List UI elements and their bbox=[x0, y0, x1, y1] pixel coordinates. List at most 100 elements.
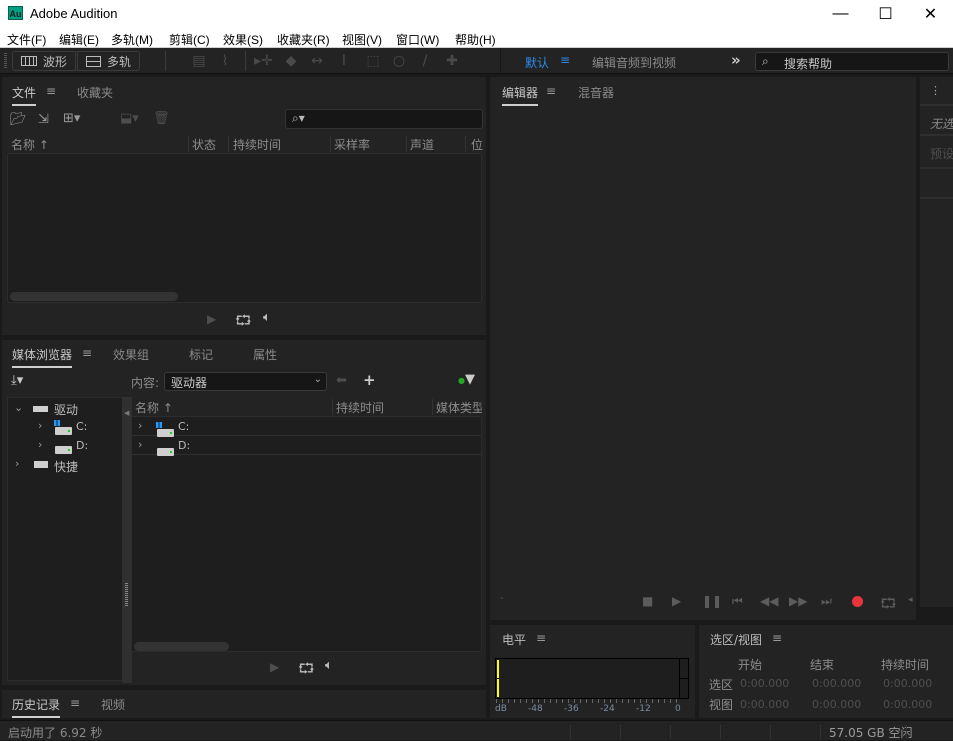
column-media-type[interactable]: 媒体类型 bbox=[436, 399, 482, 416]
editor-panel-menu-icon[interactable]: ≡ bbox=[546, 84, 556, 98]
tab-effects-rack[interactable]: 效果组 bbox=[113, 346, 149, 363]
brush-tool-icon[interactable]: / bbox=[416, 53, 434, 69]
selection-panel-menu-icon[interactable]: ≡ bbox=[772, 631, 782, 645]
tab-editor[interactable]: 编辑器 bbox=[502, 84, 539, 106]
download-icon[interactable]: ⤓▾ bbox=[11, 374, 23, 388]
column-duration[interactable]: 持续时间 bbox=[336, 399, 384, 416]
delete-icon[interactable]: 🗑︎ bbox=[153, 112, 170, 126]
menu-effects[interactable]: 效果(S) bbox=[223, 31, 263, 48]
selection-start-value[interactable]: 0:00.000 bbox=[740, 677, 789, 690]
chevron-right-icon[interactable]: › bbox=[15, 457, 19, 470]
open-folder-icon[interactable]: 📂︎ bbox=[10, 113, 27, 127]
autoplay-icon[interactable]: 🔈︎ bbox=[325, 658, 333, 673]
toolbar-grip[interactable] bbox=[4, 53, 7, 69]
menu-help[interactable]: 帮助(H) bbox=[455, 31, 496, 48]
workspace-overflow-icon[interactable]: » bbox=[731, 51, 741, 69]
tree-item-shortcuts[interactable]: 快捷 bbox=[54, 458, 78, 475]
tree-item-drives[interactable]: 驱动 bbox=[54, 401, 78, 418]
autoplay-icon[interactable]: 🔈︎ bbox=[263, 310, 271, 325]
stop-icon[interactable]: ■ bbox=[642, 594, 653, 608]
search-help-input[interactable]: ⌕ 搜索帮助 bbox=[755, 52, 949, 71]
tab-media-browser[interactable]: 媒体浏览器 bbox=[12, 346, 73, 368]
chevron-right-icon[interactable]: › bbox=[138, 419, 142, 432]
column-name[interactable]: 名称 ↑ bbox=[11, 136, 49, 153]
move-tool-icon[interactable]: ▸✛ bbox=[254, 53, 273, 69]
loop-icon[interactable]: ⮔ bbox=[235, 310, 252, 334]
spectral-frequency-icon[interactable]: ▤ bbox=[190, 53, 208, 69]
media-horizontal-scrollbar[interactable] bbox=[134, 642, 229, 651]
skip-icon[interactable]: ◂ bbox=[908, 595, 913, 605]
files-horizontal-scrollbar[interactable] bbox=[10, 292, 178, 301]
insert-into-multitrack-icon[interactable]: ⬓▾ bbox=[120, 112, 139, 126]
media-list[interactable]: › C: › D: bbox=[131, 416, 482, 652]
tab-properties[interactable]: 属性 bbox=[253, 346, 277, 363]
tab-markers[interactable]: 标记 bbox=[189, 346, 213, 363]
panel-menu-icon[interactable]: ⋮ bbox=[930, 84, 941, 97]
add-shortcut-icon[interactable]: + bbox=[363, 373, 376, 388]
history-panel-menu-icon[interactable]: ≡ bbox=[70, 696, 80, 710]
workspace-default[interactable]: 默认 bbox=[525, 54, 549, 71]
menu-view[interactable]: 视图(V) bbox=[342, 31, 382, 48]
tab-mixer[interactable]: 混音器 bbox=[578, 84, 614, 101]
workspace-menu-icon[interactable]: ≡ bbox=[560, 53, 570, 67]
menu-edit[interactable]: 编辑(E) bbox=[59, 31, 99, 48]
view-end-value[interactable]: 0:00.000 bbox=[812, 698, 861, 711]
menu-file[interactable]: 文件(F) bbox=[7, 31, 46, 48]
marquee-tool-icon[interactable]: ⬚ bbox=[364, 53, 382, 69]
waveform-button[interactable]: 波形 bbox=[12, 51, 77, 71]
selection-end-value[interactable]: 0:00.000 bbox=[812, 677, 861, 690]
go-to-start-icon[interactable]: ⏮︎ bbox=[732, 594, 743, 609]
close-button[interactable]: ✕ bbox=[908, 0, 953, 28]
files-search-input[interactable]: ⌕▾ bbox=[285, 109, 483, 129]
go-to-end-icon[interactable]: ⏭︎ bbox=[821, 594, 832, 609]
view-duration-value[interactable]: 0:00.000 bbox=[883, 698, 932, 711]
files-panel-menu-icon[interactable]: ≡ bbox=[46, 84, 56, 98]
levels-panel-menu-icon[interactable]: ≡ bbox=[536, 631, 546, 645]
loop-icon[interactable]: ⮔ bbox=[298, 658, 315, 682]
menu-window[interactable]: 窗口(W) bbox=[396, 31, 439, 48]
spot-healing-tool-icon[interactable]: ✚ bbox=[443, 53, 461, 69]
chevron-right-icon[interactable]: › bbox=[38, 438, 42, 451]
record-button[interactable] bbox=[852, 596, 863, 607]
menu-clip[interactable]: 剪辑(C) bbox=[169, 31, 210, 48]
fast-forward-icon[interactable]: ▶▶ bbox=[789, 594, 807, 608]
tab-files[interactable]: 文件 bbox=[12, 84, 37, 106]
minimize-button[interactable]: — bbox=[818, 0, 863, 28]
rewind-icon[interactable]: ◀◀ bbox=[760, 594, 778, 608]
import-file-icon[interactable]: ⇲ bbox=[38, 113, 49, 127]
column-bit-depth[interactable]: 位 bbox=[471, 136, 483, 153]
menu-multitrack[interactable]: 多轨(M) bbox=[111, 31, 153, 48]
column-channels[interactable]: 声道 bbox=[410, 136, 434, 153]
play-icon[interactable]: ▶ bbox=[672, 594, 681, 608]
back-icon[interactable]: ⬅ bbox=[336, 374, 347, 388]
pause-icon[interactable]: ❚❚ bbox=[702, 594, 722, 608]
column-name[interactable]: 名称 ↑ bbox=[135, 399, 173, 416]
maximize-button[interactable]: ☐ bbox=[863, 0, 908, 28]
chevron-right-icon[interactable]: › bbox=[138, 438, 142, 451]
chevron-down-icon[interactable]: ⌄ bbox=[14, 401, 23, 414]
slip-tool-icon[interactable]: ↔ bbox=[308, 53, 326, 69]
tree-item-d[interactable]: D: bbox=[76, 439, 88, 452]
selection-duration-value[interactable]: 0:00.000 bbox=[883, 677, 932, 690]
loop-icon[interactable]: ⮔ bbox=[880, 593, 897, 617]
chevron-right-icon[interactable]: › bbox=[38, 419, 42, 432]
column-status[interactable]: 状态 bbox=[192, 136, 216, 153]
column-sample-rate[interactable]: 采样率 bbox=[334, 136, 370, 153]
column-duration[interactable]: 持续时间 bbox=[233, 136, 281, 153]
drive-tree[interactable]: ⌄ 驱动 › C: › D: › 快捷 bbox=[7, 397, 123, 681]
tree-item-c[interactable]: C: bbox=[76, 420, 87, 433]
menu-favorites[interactable]: 收藏夹(R) bbox=[277, 31, 330, 48]
razor-tool-icon[interactable]: ◆ bbox=[282, 53, 300, 69]
play-icon[interactable]: ▶ bbox=[207, 312, 216, 326]
workspace-edit-audio-to-video[interactable]: 编辑音频到视频 bbox=[592, 54, 676, 71]
filter-icon[interactable]: ●▼ bbox=[458, 373, 475, 388]
tab-history[interactable]: 历史记录 bbox=[12, 696, 61, 718]
content-dropdown[interactable]: 驱动器 ⌄ bbox=[164, 372, 327, 391]
lasso-tool-icon[interactable]: ○ bbox=[390, 53, 408, 69]
media-panel-menu-icon[interactable]: ≡ bbox=[82, 346, 92, 360]
play-icon[interactable]: ▶ bbox=[270, 660, 279, 674]
files-list[interactable] bbox=[7, 153, 482, 303]
view-start-value[interactable]: 0:00.000 bbox=[740, 698, 789, 711]
tab-favorites[interactable]: 收藏夹 bbox=[77, 84, 113, 101]
list-item[interactable]: › D: bbox=[132, 436, 481, 456]
